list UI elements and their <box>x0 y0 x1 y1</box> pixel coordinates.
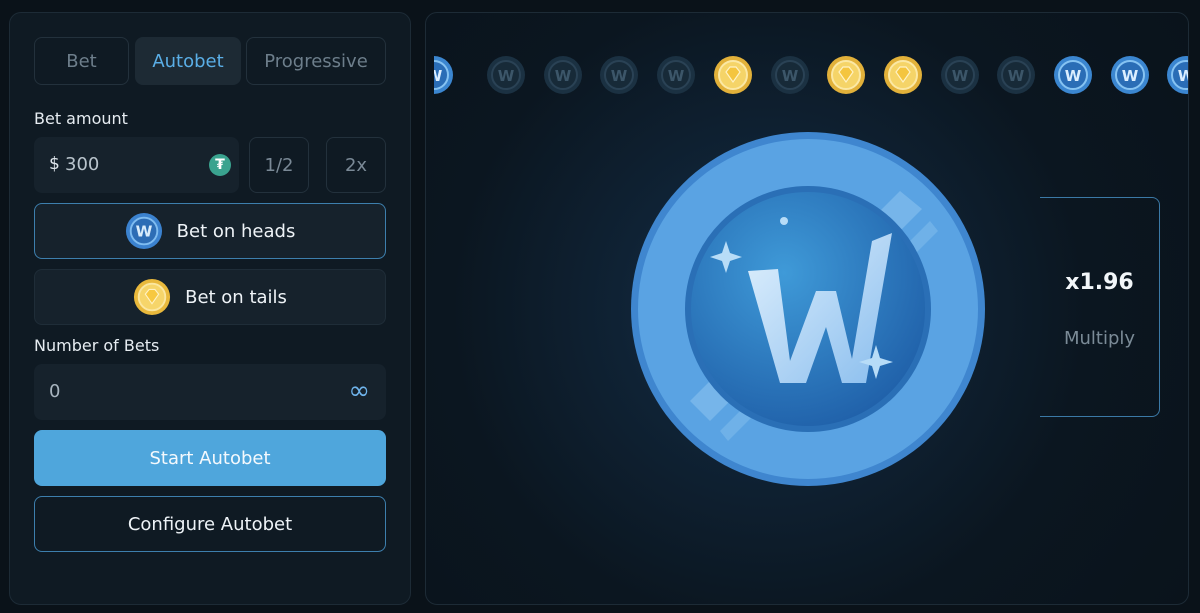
svg-text:W: W <box>782 67 799 85</box>
result-history: W W W W W W W W W <box>426 13 1189 103</box>
bet-heads-label: Bet on heads <box>176 220 296 242</box>
history-heads-coin-icon: W <box>543 55 583 95</box>
svg-text:W: W <box>555 67 572 85</box>
currency-symbol: $ <box>49 154 60 174</box>
svg-text:W: W <box>952 67 969 85</box>
history-heads-coin-icon: W <box>656 55 696 95</box>
history-heads-coin-icon: W <box>599 55 639 95</box>
svg-text:W: W <box>1122 67 1139 85</box>
tails-coin-icon <box>133 278 171 316</box>
history-tails-coin-icon <box>883 55 923 95</box>
half-bet-button[interactable]: 1/2 <box>249 137 309 193</box>
bet-tails-button[interactable]: Bet on tails <box>34 269 386 325</box>
tab-autobet[interactable]: Autobet <box>135 37 241 85</box>
double-bet-button[interactable]: 2x <box>326 137 386 193</box>
game-area: W W W W W W W W W x1.96 Multiply <box>425 12 1189 605</box>
main-coin-heads <box>631 132 985 486</box>
multiplier-label: Multiply <box>1063 328 1136 349</box>
history-heads-coin-icon: W <box>996 55 1036 95</box>
tab-bet[interactable]: Bet <box>34 37 129 85</box>
bet-amount-label: Bet amount <box>34 109 128 128</box>
svg-text:W: W <box>611 67 628 85</box>
svg-text:W: W <box>1178 67 1189 85</box>
bet-tails-label: Bet on tails <box>185 286 287 308</box>
tab-progressive[interactable]: Progressive <box>246 37 386 85</box>
history-heads-coin-icon: W <box>770 55 810 95</box>
history-heads-coin-icon: W <box>1053 55 1093 95</box>
bet-heads-button[interactable]: W Bet on heads <box>34 203 386 259</box>
infinity-icon[interactable]: ∞ <box>348 376 370 406</box>
bet-amount-input[interactable]: $ 300 ₮ <box>34 137 239 193</box>
mode-tabs: Bet Autobet Progressive <box>34 37 386 85</box>
configure-autobet-label: Configure Autobet <box>127 513 293 535</box>
history-tails-coin-icon <box>826 55 866 95</box>
history-heads-coin-icon: W <box>1166 55 1189 95</box>
start-autobet-button[interactable]: Start Autobet <box>34 430 386 486</box>
tether-icon: ₮ <box>209 154 231 176</box>
multiplier-box: x1.96 Multiply <box>1040 197 1160 417</box>
start-autobet-label: Start Autobet <box>149 447 271 469</box>
history-coin-edge: W <box>434 55 454 95</box>
bet-panel: Bet Autobet Progressive Bet amount $ 300… <box>9 12 411 605</box>
svg-text:W: W <box>1008 67 1025 85</box>
history-heads-coin-icon: W <box>486 55 526 95</box>
svg-text:W: W <box>668 67 685 85</box>
history-heads-coin-icon: W <box>940 55 980 95</box>
svg-text:W: W <box>135 223 152 241</box>
svg-text:W: W <box>1065 67 1082 85</box>
bet-amount-value: 300 <box>65 154 100 175</box>
svg-text:W: W <box>434 67 443 85</box>
history-heads-coin-icon: W <box>1110 55 1150 95</box>
history-tails-coin-icon <box>713 55 753 95</box>
multiplier-value: x1.96 <box>1065 270 1134 295</box>
heads-coin-icon: W <box>125 212 163 250</box>
configure-autobet-button[interactable]: Configure Autobet <box>34 496 386 552</box>
number-of-bets-value: 0 <box>49 381 61 402</box>
number-of-bets-input[interactable]: 0 ∞ <box>34 364 386 420</box>
number-of-bets-label: Number of Bets <box>34 336 160 355</box>
svg-text:W: W <box>498 67 515 85</box>
